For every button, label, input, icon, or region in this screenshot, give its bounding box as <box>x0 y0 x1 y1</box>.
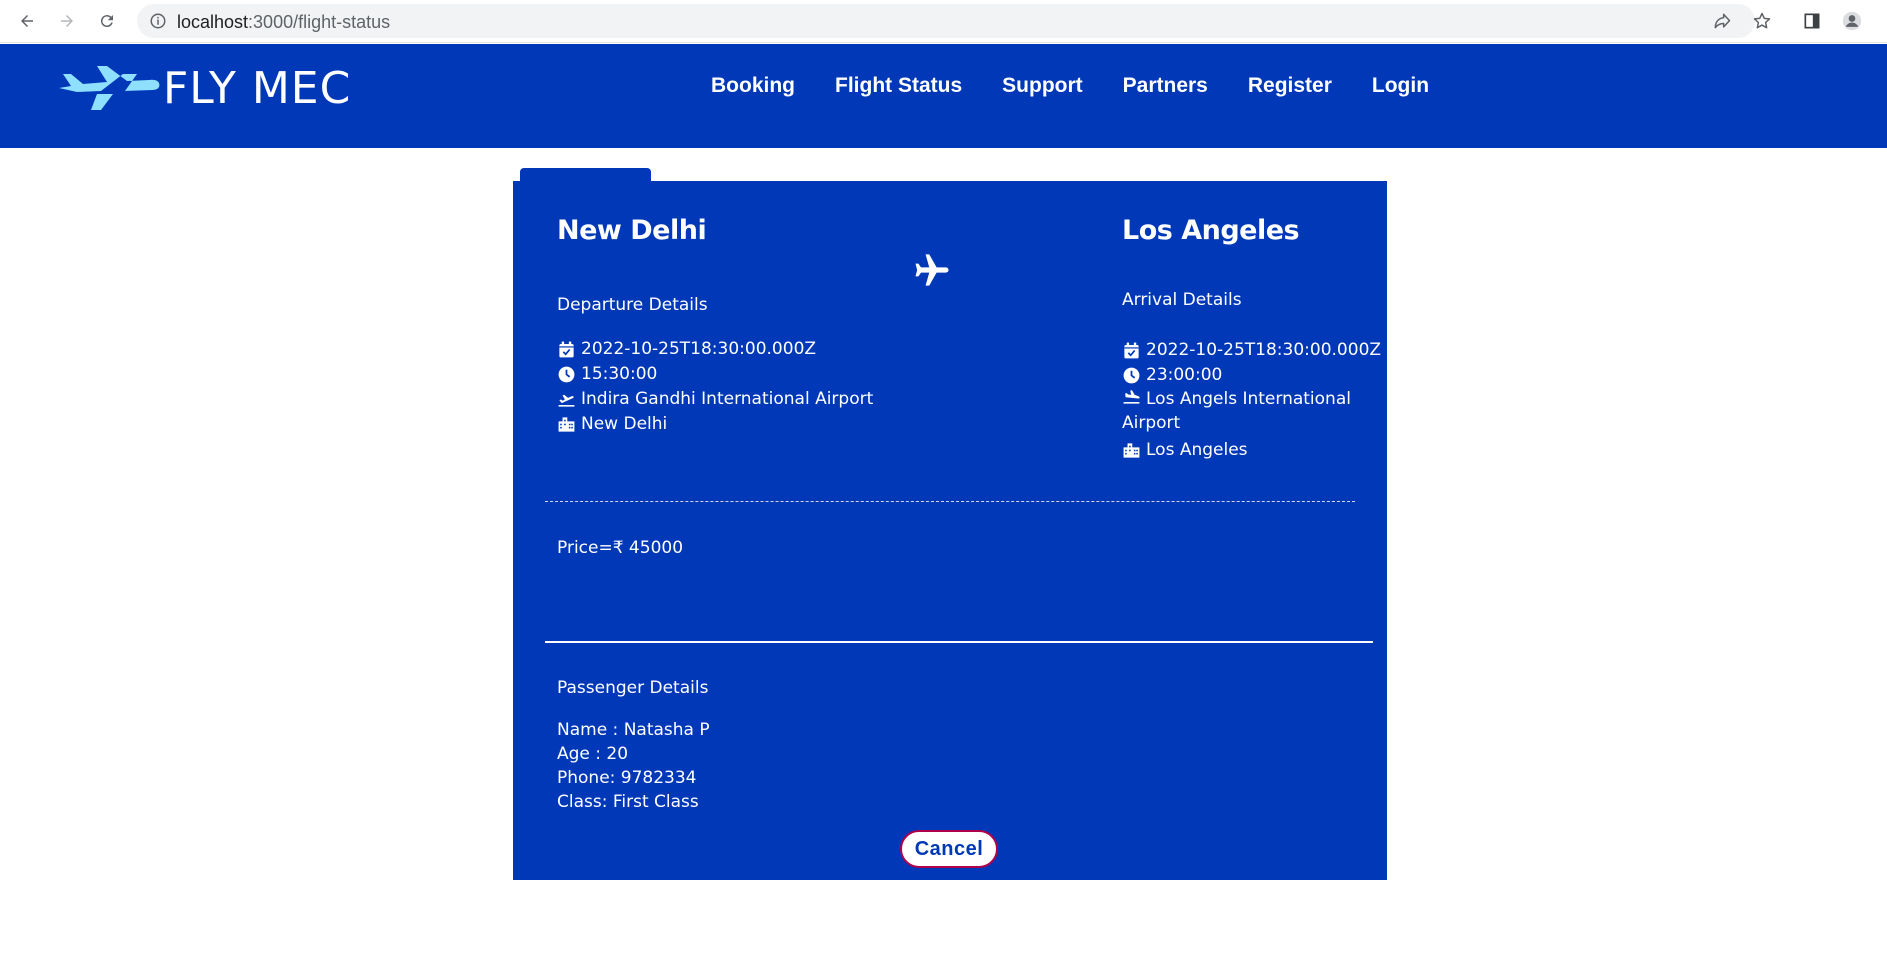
arrival-airport: Los Angels International Airport <box>1122 389 1351 433</box>
profile-icon[interactable] <box>1839 8 1865 34</box>
departure-airport-row: Indira Gandhi International Airport <box>557 389 873 409</box>
departure-city-row: New Delhi <box>557 414 667 434</box>
departure-city-title: New Delhi <box>557 215 707 246</box>
arrival-date: 2022-10-25T18:30:00.000Z <box>1146 340 1382 360</box>
nav-support[interactable]: Support <box>1002 74 1082 98</box>
calendar-check-icon <box>559 341 574 357</box>
city-buildings-icon <box>558 416 575 432</box>
reload-icon[interactable] <box>94 8 120 34</box>
nav-register[interactable]: Register <box>1248 74 1332 98</box>
dashed-divider <box>545 501 1355 502</box>
city-buildings-icon <box>1123 442 1140 458</box>
departure-date: 2022-10-25T18:30:00.000Z <box>581 339 817 359</box>
arrival-city-title: Los Angeles <box>1122 215 1300 246</box>
logo-text: FLY MEC <box>163 62 352 114</box>
main-nav: Booking Flight Status Support Partners R… <box>711 74 1469 98</box>
departure-date-row: 2022-10-25T18:30:00.000Z <box>557 339 816 359</box>
nav-login[interactable]: Login <box>1372 74 1429 98</box>
departure-time: 15:30:00 <box>581 364 658 384</box>
departure-airport: Indira Gandhi International Airport <box>581 389 874 409</box>
solid-divider <box>545 641 1373 643</box>
browser-toolbar: localhost:3000/flight-status <box>0 0 1887 43</box>
passenger-class: Class: First Class <box>557 792 699 812</box>
airplane-logo-icon <box>59 66 160 110</box>
arrival-city: Los Angeles <box>1146 440 1248 460</box>
arrival-date-row: 2022-10-25T18:30:00.000Z <box>1122 340 1381 360</box>
nav-partners[interactable]: Partners <box>1123 74 1208 98</box>
star-icon[interactable] <box>1749 8 1775 34</box>
nav-flight-status[interactable]: Flight Status <box>835 74 962 98</box>
url-path: :3000/flight-status <box>248 12 391 32</box>
calendar-check-icon <box>1124 342 1139 358</box>
passenger-age: Age : 20 <box>557 744 629 764</box>
info-icon[interactable] <box>149 12 167 30</box>
cancel-button[interactable]: Cancel <box>900 830 998 868</box>
departure-time-row: 15:30:00 <box>557 364 657 384</box>
departure-city: New Delhi <box>581 414 668 434</box>
back-icon[interactable] <box>14 8 40 34</box>
passenger-phone: Phone: 9782334 <box>557 768 697 788</box>
ticket-price: Price=₹ 45000 <box>557 538 684 558</box>
clock-icon <box>1123 367 1140 383</box>
passenger-name: Name : Natasha P <box>557 720 710 740</box>
share-icon[interactable] <box>1709 8 1735 34</box>
url-text: localhost:3000/flight-status <box>177 12 390 33</box>
address-bar[interactable]: localhost:3000/flight-status <box>137 4 1755 38</box>
passenger-details-heading: Passenger Details <box>557 678 709 698</box>
site-header: FLY MEC Booking Flight Status Support Pa… <box>0 44 1887 148</box>
nav-booking[interactable]: Booking <box>711 74 795 98</box>
arrival-time: 23:00:00 <box>1146 365 1223 385</box>
arrival-details-heading: Arrival Details <box>1122 290 1242 310</box>
airplane-icon <box>915 254 949 286</box>
sidebar-icon[interactable] <box>1799 8 1825 34</box>
clock-icon <box>558 366 575 382</box>
plane-departure-icon <box>558 394 575 407</box>
arrival-city-row: Los Angeles <box>1122 440 1248 460</box>
ticket-card: New Delhi Los Angeles Departure Details … <box>513 181 1387 880</box>
url-host: localhost <box>177 12 249 32</box>
logo[interactable]: FLY MEC <box>57 62 351 114</box>
departure-details-heading: Departure Details <box>557 295 708 315</box>
plane-arrival-icon <box>1123 390 1140 404</box>
arrival-time-row: 23:00:00 <box>1122 365 1222 385</box>
forward-icon[interactable] <box>54 8 80 34</box>
arrival-airport-row: Los Angels International Airport <box>1122 387 1372 435</box>
